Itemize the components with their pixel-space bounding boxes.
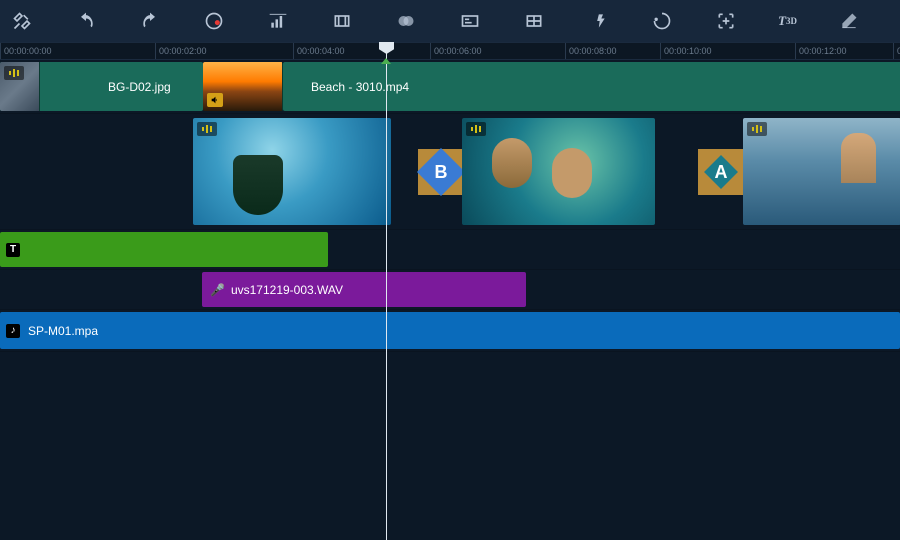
transition-letter: A	[714, 161, 727, 182]
color-icon[interactable]	[202, 9, 226, 33]
voice-track[interactable]: 🎤 uvs171219-003.WAV	[0, 270, 900, 310]
playhead[interactable]	[386, 42, 387, 540]
sunset-thumb-clip[interactable]	[203, 62, 283, 111]
clip-badge-icon	[466, 122, 486, 136]
timeline-tracks: BG-D02.jpg Beach - 3010.mp4 B A	[0, 60, 900, 540]
scan-icon[interactable]	[714, 9, 738, 33]
ruler-tick: 00:00:12:00	[795, 43, 847, 59]
clip-label: Beach - 3010.mp4	[311, 80, 409, 94]
overlay-track[interactable]: B A	[0, 114, 900, 230]
beach-video-clip[interactable]: Beach - 3010.mp4	[283, 62, 900, 111]
eraser-icon[interactable]	[837, 9, 861, 33]
clip-badge-icon	[747, 122, 767, 136]
tools-icon[interactable]	[10, 9, 34, 33]
title-track[interactable]: T	[0, 230, 900, 270]
ruler-tick: 00:00:00:00	[0, 43, 52, 59]
text3d-icon[interactable]: T3D	[778, 9, 797, 33]
transition-b[interactable]: B	[418, 149, 463, 195]
speed-icon[interactable]	[586, 9, 610, 33]
clip-label: BG-D02.jpg	[108, 80, 171, 94]
toolbar: T3D	[0, 0, 900, 42]
layers-icon[interactable]	[394, 9, 418, 33]
ruler-tick: 00:00:10:00	[660, 43, 712, 59]
title-clip[interactable]: T	[0, 232, 328, 267]
grid-icon[interactable]	[522, 9, 546, 33]
transition-a[interactable]: A	[698, 149, 743, 195]
audio-level-icon[interactable]	[266, 9, 290, 33]
music-clip[interactable]: ♪ SP-M01.mpa	[0, 312, 900, 349]
crop-icon[interactable]	[330, 9, 354, 33]
ruler-tick: 00:00:08:00	[565, 43, 617, 59]
clip-badge-icon	[197, 122, 217, 136]
clip-label: uvs171219-003.WAV	[231, 283, 343, 297]
ruler-tick: 00:00:02:00	[155, 43, 207, 59]
time-ruler[interactable]: 00:00:00:00 00:00:02:00 00:00:04:00 00:0…	[0, 42, 900, 60]
clip-label: SP-M01.mpa	[28, 324, 98, 338]
transition-letter: B	[434, 161, 447, 182]
audio-icon	[207, 93, 223, 107]
title-track-icon: T	[6, 243, 20, 257]
surfer2-clip[interactable]	[743, 118, 900, 225]
voice-clip[interactable]: 🎤 uvs171219-003.WAV	[202, 272, 526, 307]
ruler-tick: 00:00:04:00	[293, 43, 345, 59]
music-note-icon: ♪	[6, 324, 20, 338]
music-track[interactable]: ♪ SP-M01.mpa	[0, 310, 900, 352]
ruler-tick: 00:00:06:00	[430, 43, 482, 59]
shape-icon[interactable]	[650, 9, 674, 33]
video-track-1[interactable]: BG-D02.jpg Beach - 3010.mp4	[0, 60, 900, 114]
subtitle-icon[interactable]	[458, 9, 482, 33]
mic-icon: 🎤	[210, 283, 225, 297]
surf-clip[interactable]	[193, 118, 391, 225]
ruler-tick: 00	[893, 43, 900, 59]
bg-image-clip[interactable]: BG-D02.jpg	[0, 62, 203, 111]
underwater-clip[interactable]	[462, 118, 655, 225]
clip-badge-icon	[4, 66, 24, 80]
redo-icon[interactable]	[138, 9, 162, 33]
undo-icon[interactable]	[74, 9, 98, 33]
